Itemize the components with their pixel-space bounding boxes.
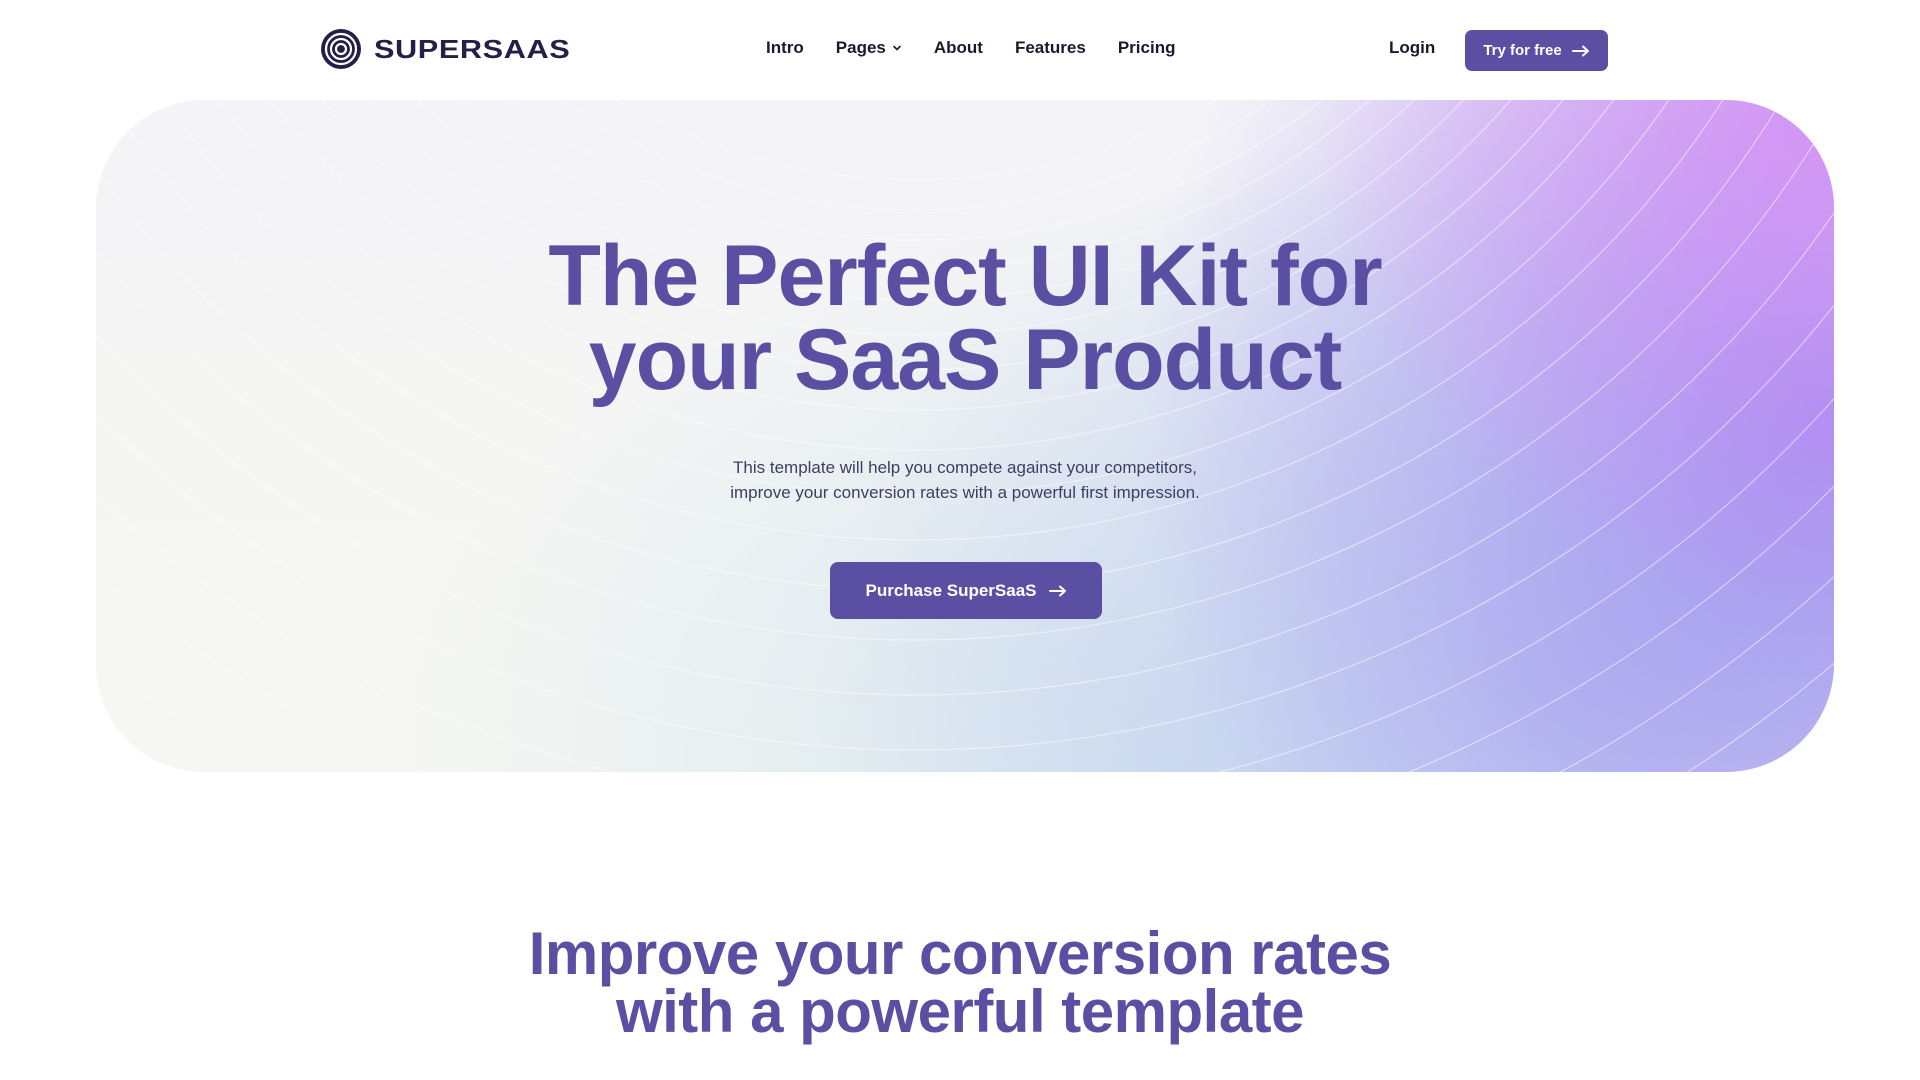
nav-item-pricing[interactable]: Pricing — [1118, 38, 1176, 58]
nav-item-label: Pricing — [1117, 38, 1176, 57]
nav-item-intro[interactable]: Intro — [766, 38, 804, 58]
conversion-section-title: Improve your conversion rates with a pow… — [0, 920, 1920, 1045]
hero-section: The Perfect UI Kit for your SaaS Product… — [96, 100, 1834, 772]
nav-item-label: Intro — [766, 38, 804, 57]
hero-subtitle: This template will help you compete agai… — [96, 455, 1834, 505]
nav-item-label: Pages — [835, 38, 886, 57]
try-for-free-label: Try for free — [1483, 42, 1562, 59]
top-navbar: SUPERSAAS Intro Pages About Features Pri… — [0, 0, 1920, 100]
arrow-right-icon — [1571, 45, 1589, 56]
try-for-free-button[interactable]: Try for free — [1465, 30, 1608, 71]
arrow-right-icon — [1048, 585, 1066, 596]
nav-item-about[interactable]: About — [934, 38, 983, 58]
nav-item-features[interactable]: Features — [1015, 38, 1086, 58]
brand-logo[interactable]: SUPERSAAS — [320, 28, 570, 70]
login-link[interactable]: Login — [1389, 38, 1435, 58]
chevron-down-icon — [893, 45, 901, 51]
hero-background-rings — [96, 100, 1834, 772]
main-menu: Intro Pages About Features Pricing — [766, 38, 1175, 58]
brand-name: SUPERSAAS — [374, 33, 571, 64]
hero-title-line: The Perfect UI Kit for — [548, 228, 1382, 324]
nav-item-label: Features — [1014, 38, 1086, 57]
hero-title-line: your SaaS Product — [588, 312, 1342, 408]
purchase-button[interactable]: Purchase SuperSaaS — [830, 562, 1102, 619]
hero-subtitle-line: This template will help you compete agai… — [733, 458, 1197, 477]
hero-title: The Perfect UI Kit for your SaaS Product — [96, 228, 1834, 408]
section-title-line: with a powerful template — [615, 978, 1305, 1045]
nav-item-label: About — [933, 38, 983, 57]
hero-subtitle-line: improve your conversion rates with a pow… — [730, 483, 1200, 502]
concentric-circles-logo-icon — [321, 29, 361, 69]
purchase-button-label: Purchase SuperSaaS — [865, 580, 1037, 600]
nav-item-pages[interactable]: Pages — [836, 38, 902, 58]
section-title-line: Improve your conversion rates — [528, 920, 1392, 987]
